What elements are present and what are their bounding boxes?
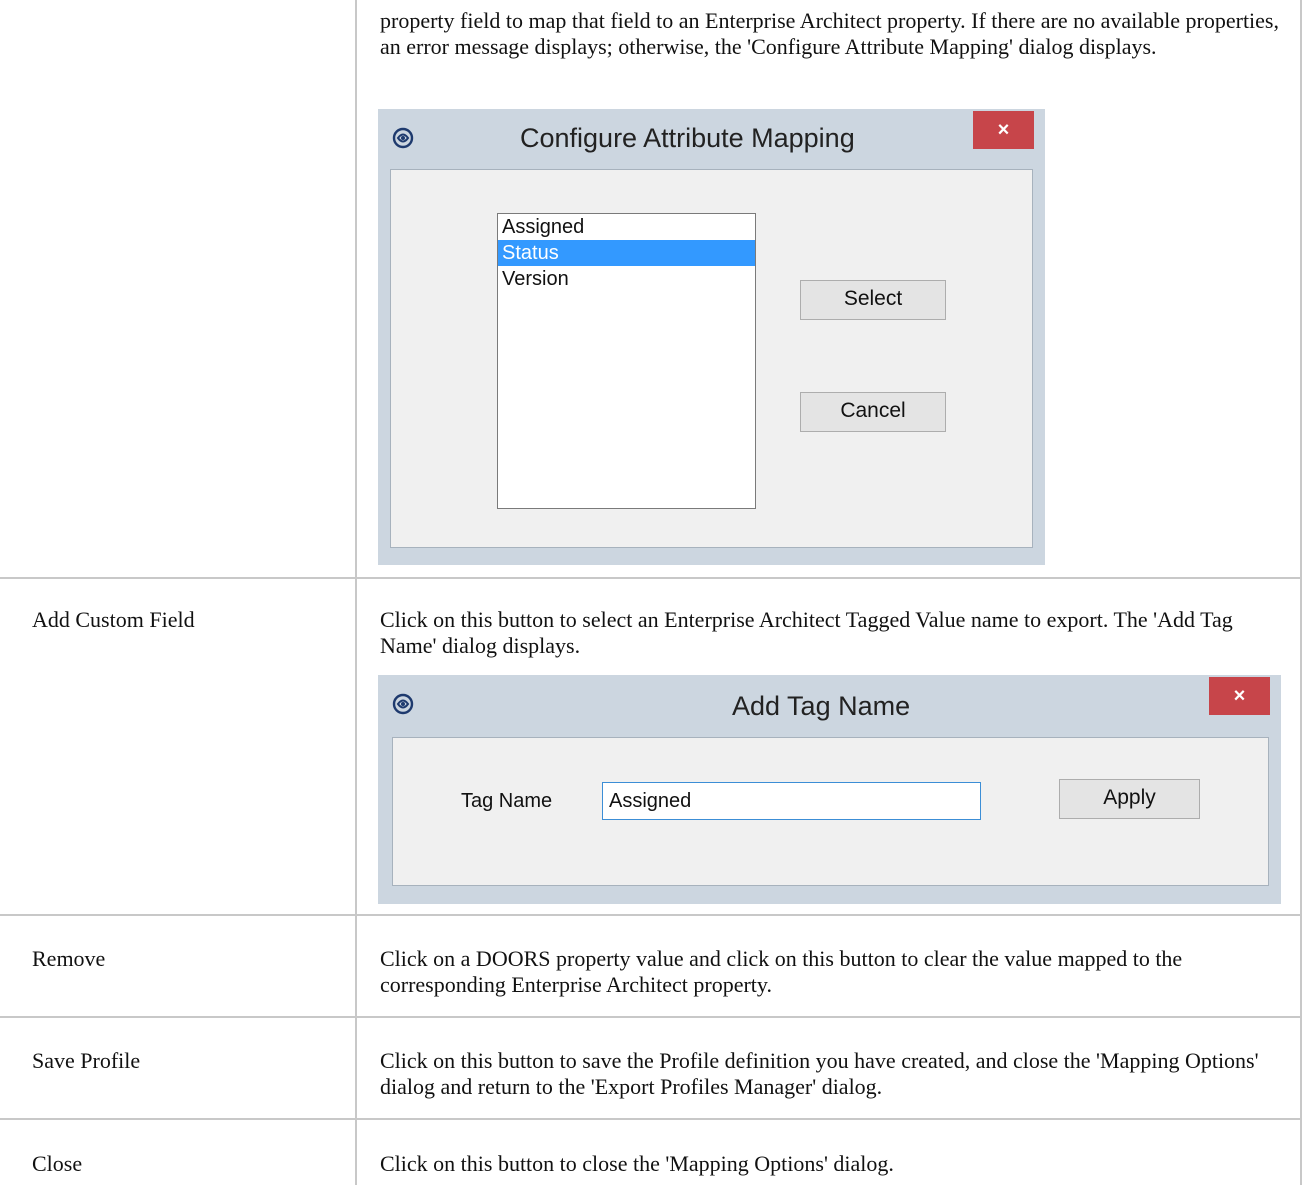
list-item-selected[interactable]: Status <box>498 240 755 266</box>
close-button[interactable]: × <box>973 111 1034 149</box>
row-label: Add Custom Field <box>32 607 195 632</box>
row-label: Remove <box>32 946 106 971</box>
row-label: Save Profile <box>32 1048 141 1073</box>
column-divider <box>355 0 357 1185</box>
cancel-button[interactable]: Cancel <box>800 392 946 432</box>
row-description: Click on this button to select an Enterp… <box>380 607 1233 658</box>
dialog-client-area: Assigned Status Version Select Cancel <box>390 169 1033 548</box>
row-description: Click on a DOORS property value and clic… <box>380 946 1183 997</box>
dialog-title: Add Tag Name <box>732 691 911 721</box>
row-divider <box>0 914 1302 916</box>
list-item[interactable]: Assigned <box>498 214 755 240</box>
configure-attribute-mapping-dialog: Configure Attribute Mapping × Assigned S… <box>378 109 1045 565</box>
row-divider <box>0 577 1302 579</box>
attribute-listbox[interactable]: Assigned Status Version <box>497 213 756 509</box>
add-tag-name-dialog: Add Tag Name × Tag Name Assigned Apply <box>378 675 1281 904</box>
apply-button[interactable]: Apply <box>1059 779 1200 819</box>
tag-name-input[interactable]: Assigned <box>602 782 981 820</box>
row-description: Click on this button to close the 'Mappi… <box>380 1151 894 1176</box>
options-table: property field to map that field to an E… <box>0 0 1302 1185</box>
list-item[interactable]: Version <box>498 266 755 292</box>
row-label: Close <box>32 1151 83 1176</box>
select-button[interactable]: Select <box>800 280 946 320</box>
row-divider <box>0 1016 1302 1018</box>
dialog-client-area: Tag Name Assigned Apply <box>392 737 1269 886</box>
close-button[interactable]: × <box>1209 677 1270 715</box>
tag-name-label: Tag Name <box>461 790 553 812</box>
app-logo-icon <box>392 127 414 149</box>
row-divider <box>0 1118 1302 1120</box>
row-description: property field to map that field to an E… <box>380 8 1279 59</box>
row-description: Click on this button to save the Profile… <box>380 1048 1259 1099</box>
dialog-title: Configure Attribute Mapping <box>520 123 855 153</box>
app-logo-icon <box>392 693 414 715</box>
